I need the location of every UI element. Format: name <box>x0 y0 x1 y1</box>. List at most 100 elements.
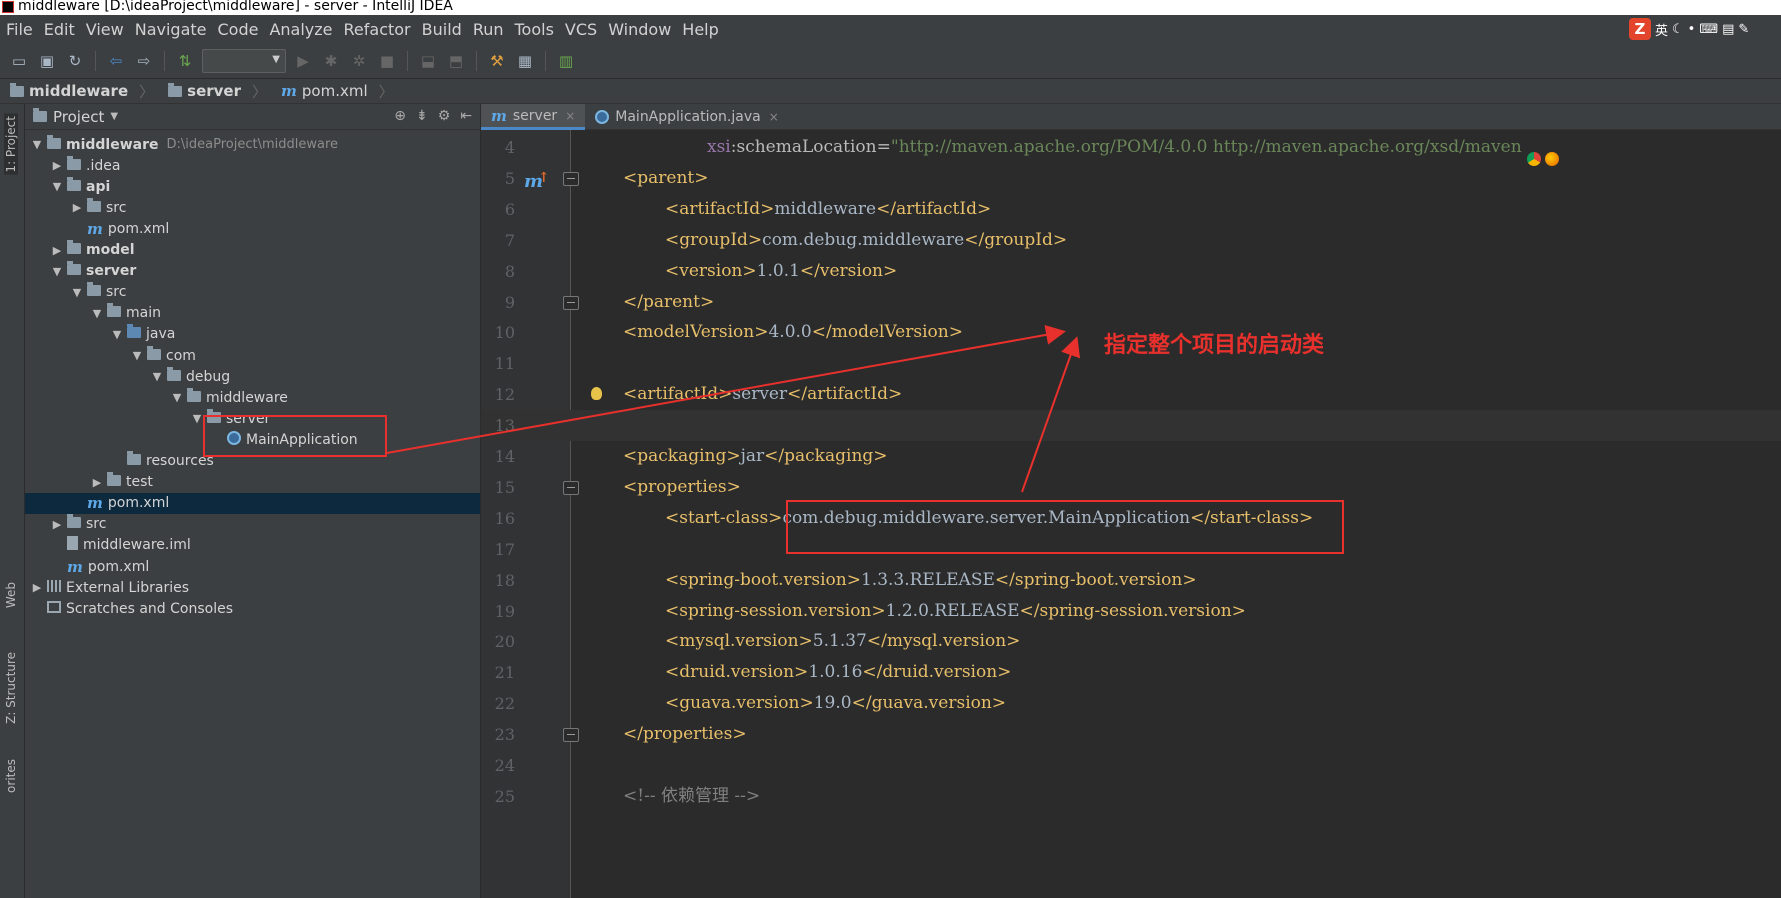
code-line[interactable]: 12 <artifactId>server</artifactId> <box>481 379 1781 410</box>
sdk-icon[interactable]: ▥ <box>555 50 577 72</box>
tree-node[interactable]: ▼ api <box>25 176 480 197</box>
code-line[interactable]: 13 <box>481 410 1781 442</box>
lightbulb-icon[interactable] <box>591 387 602 401</box>
menu-analyze[interactable]: Analyze <box>269 20 332 39</box>
debug-icon[interactable]: ✱ <box>320 50 342 72</box>
collapse-arrow-icon[interactable]: ▶ <box>29 581 45 594</box>
tree-node[interactable]: ▼ middleware D:\ideaProject\middleware <box>25 134 480 155</box>
tree-node[interactable]: ▼ main <box>25 303 480 324</box>
menu-run[interactable]: Run <box>473 20 504 39</box>
menu-vcs[interactable]: VCS <box>565 20 597 39</box>
code-line[interactable]: 20 <mysql.version>5.1.37</mysql.version> <box>481 626 1781 657</box>
tree-node[interactable]: ▶ model <box>25 240 480 261</box>
vcs-update-icon[interactable]: ⬓ <box>417 50 439 72</box>
code-line[interactable]: 19 <spring-session.version>1.2.0.RELEASE<… <box>481 596 1781 627</box>
close-icon[interactable]: × <box>565 109 575 123</box>
tree-node[interactable]: m pom.xml <box>25 218 480 239</box>
expand-arrow-icon[interactable]: ▼ <box>129 349 145 362</box>
keyboard-icon[interactable]: ⌨ <box>1699 22 1718 37</box>
menu-build[interactable]: Build <box>422 20 462 39</box>
code-line[interactable]: 21 <druid.version>1.0.16</druid.version> <box>481 657 1781 688</box>
tool-tab-web[interactable]: Web <box>4 582 18 608</box>
menu-view[interactable]: View <box>86 20 124 39</box>
menu-file[interactable]: File <box>6 20 33 39</box>
menu-tools[interactable]: Tools <box>515 20 554 39</box>
fold-marker-icon[interactable] <box>563 295 579 310</box>
code-line[interactable]: 6 <artifactId>middleware</artifactId> <box>481 194 1781 225</box>
breadcrumb-item-server[interactable]: server 〉 <box>168 81 267 102</box>
run-config-select[interactable] <box>202 48 286 73</box>
fold-marker-icon[interactable] <box>563 171 579 186</box>
gear-icon[interactable]: ⚙ <box>438 108 451 124</box>
tree-node[interactable]: ▼ java <box>25 324 480 345</box>
code-line[interactable]: 22 <guava.version>19.0</guava.version> <box>481 688 1781 719</box>
code-line[interactable]: 5m <parent> <box>481 163 1781 194</box>
locate-icon[interactable]: ⊕ <box>394 108 406 124</box>
tree-node[interactable]: ▼ debug <box>25 366 480 387</box>
tree-node[interactable]: middleware.iml <box>25 535 480 556</box>
menu-code[interactable]: Code <box>218 20 259 39</box>
menu-help[interactable]: Help <box>682 20 718 39</box>
tool-tab-structure[interactable]: Z: Structure <box>4 652 18 724</box>
fold-marker-icon[interactable] <box>563 728 579 743</box>
expand-arrow-icon[interactable]: ▼ <box>69 286 85 299</box>
tree-node[interactable]: m pom.xml <box>25 492 480 514</box>
project-view-selector[interactable]: Project <box>53 108 104 126</box>
tree-node[interactable]: m pom.xml <box>25 556 480 577</box>
code-line[interactable]: 14 <packaging>jar</packaging> <box>481 441 1781 472</box>
breadcrumb-item-pom[interactable]: m pom.xml 〉 <box>281 81 394 102</box>
tab-server-pom[interactable]: m server × <box>481 104 586 130</box>
tab-mainapplication[interactable]: MainApplication.java × <box>585 104 789 130</box>
coverage-icon[interactable]: ✲ <box>348 50 370 72</box>
expand-arrow-icon[interactable]: ▼ <box>109 328 125 341</box>
tree-node[interactable]: ▶ src <box>25 197 480 218</box>
tree-node[interactable]: ▼ src <box>25 282 480 303</box>
shirt-icon[interactable]: ▤ <box>1722 22 1734 37</box>
collapse-arrow-icon[interactable]: ▶ <box>49 244 65 257</box>
breadcrumb-item-middleware[interactable]: middleware 〉 <box>10 81 154 102</box>
back-icon[interactable]: ⇦ <box>105 50 127 72</box>
wrench-icon[interactable]: ✎ <box>1738 22 1749 37</box>
vcs-commit-icon[interactable]: ⬒ <box>445 50 467 72</box>
code-line[interactable]: 18 <spring-boot.version>1.3.3.RELEASE</sp… <box>481 565 1781 596</box>
collapse-arrow-icon[interactable]: ▶ <box>49 159 65 172</box>
project-structure-icon[interactable]: ▦ <box>514 50 536 72</box>
code-line[interactable]: 23 </properties> <box>481 719 1781 750</box>
tool-tab-project[interactable]: 1: Project <box>4 114 18 175</box>
dot-icon[interactable]: • <box>1688 22 1696 37</box>
menu-refactor[interactable]: Refactor <box>344 20 411 39</box>
tool-tab-favorites[interactable]: orites <box>4 759 18 793</box>
code-line[interactable]: 24 <box>481 750 1781 781</box>
menu-window[interactable]: Window <box>608 20 671 39</box>
tree-node[interactable]: ▶ External Libraries <box>25 577 480 598</box>
hide-panel-icon[interactable]: ⇤ <box>460 108 472 124</box>
tree-node[interactable]: ▶ .idea <box>25 155 480 176</box>
collapse-all-icon[interactable]: ⇟ <box>416 108 428 124</box>
expand-arrow-icon[interactable]: ▼ <box>29 138 45 151</box>
expand-arrow-icon[interactable]: ▼ <box>149 370 165 383</box>
chevron-down-icon[interactable]: ▼ <box>110 111 118 122</box>
expand-arrow-icon[interactable]: ▼ <box>169 391 185 404</box>
build-icon[interactable]: ⇅ <box>174 50 196 72</box>
code-line[interactable]: 15 <properties> <box>481 472 1781 503</box>
menu-edit[interactable]: Edit <box>44 20 75 39</box>
ime-logo-icon[interactable]: Z <box>1629 18 1651 40</box>
open-folder-icon[interactable]: ▭ <box>8 50 30 72</box>
stop-icon[interactable]: ■ <box>376 50 398 72</box>
collapse-arrow-icon[interactable]: ▶ <box>49 518 65 531</box>
code-line[interactable]: 8 <version>1.0.1</version> <box>481 256 1781 287</box>
settings-wrench-icon[interactable]: ⚒ <box>486 50 508 72</box>
run-icon[interactable]: ▶ <box>292 50 314 72</box>
collapse-arrow-icon[interactable]: ▶ <box>89 476 105 489</box>
ime-language[interactable]: 英 <box>1655 20 1668 39</box>
expand-arrow-icon[interactable]: ▼ <box>89 307 105 320</box>
collapse-arrow-icon[interactable]: ▶ <box>69 201 85 214</box>
forward-icon[interactable]: ⇨ <box>133 50 155 72</box>
code-line[interactable]: 25 <!-- 依赖管理 --> <box>481 781 1781 812</box>
save-icon[interactable]: ▣ <box>36 50 58 72</box>
expand-arrow-icon[interactable]: ▼ <box>49 180 65 193</box>
maven-parent-icon[interactable]: m <box>524 163 550 197</box>
tree-node[interactable]: ▼ com <box>25 345 480 366</box>
moon-icon[interactable]: ☾ <box>1672 22 1684 37</box>
code-line[interactable]: 7 <groupId>com.debug.middleware</groupId> <box>481 225 1781 256</box>
